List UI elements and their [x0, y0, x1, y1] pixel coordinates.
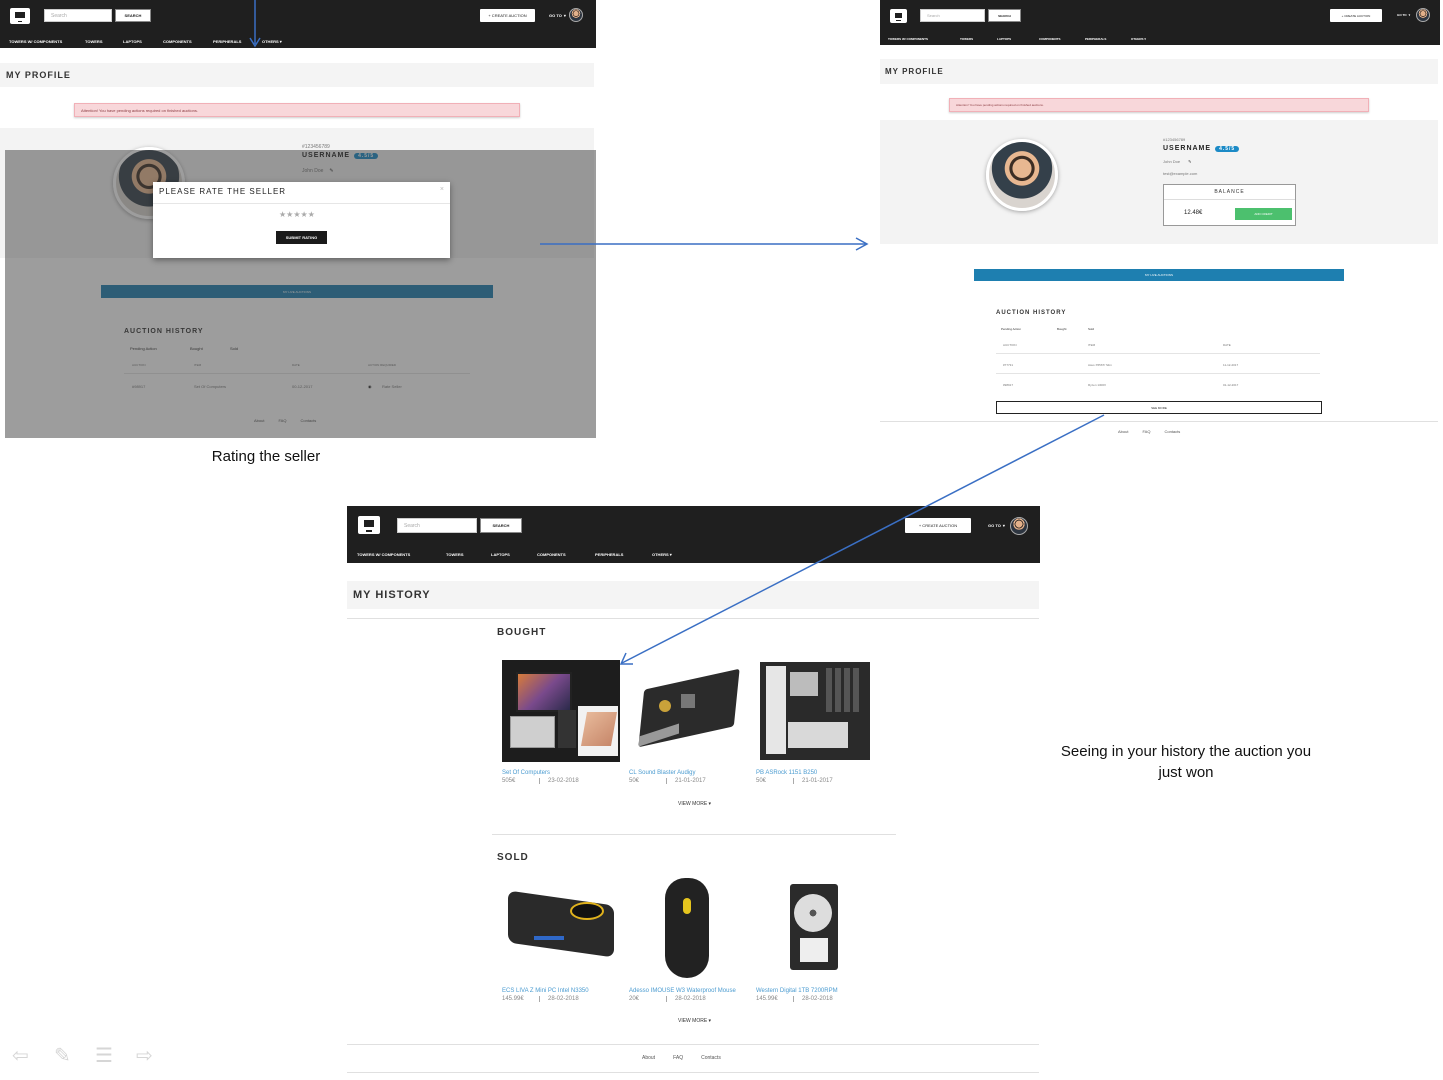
menu-icon[interactable]: ☰ [95, 1043, 113, 1068]
flow-arrows [540, 237, 1105, 665]
next-slide-icon[interactable]: ⇨ [136, 1043, 153, 1068]
pen-icon[interactable]: ✎ [54, 1043, 71, 1068]
prev-slide-icon[interactable]: ⇦ [12, 1043, 29, 1068]
arrow-profile-to-history [621, 414, 1105, 664]
